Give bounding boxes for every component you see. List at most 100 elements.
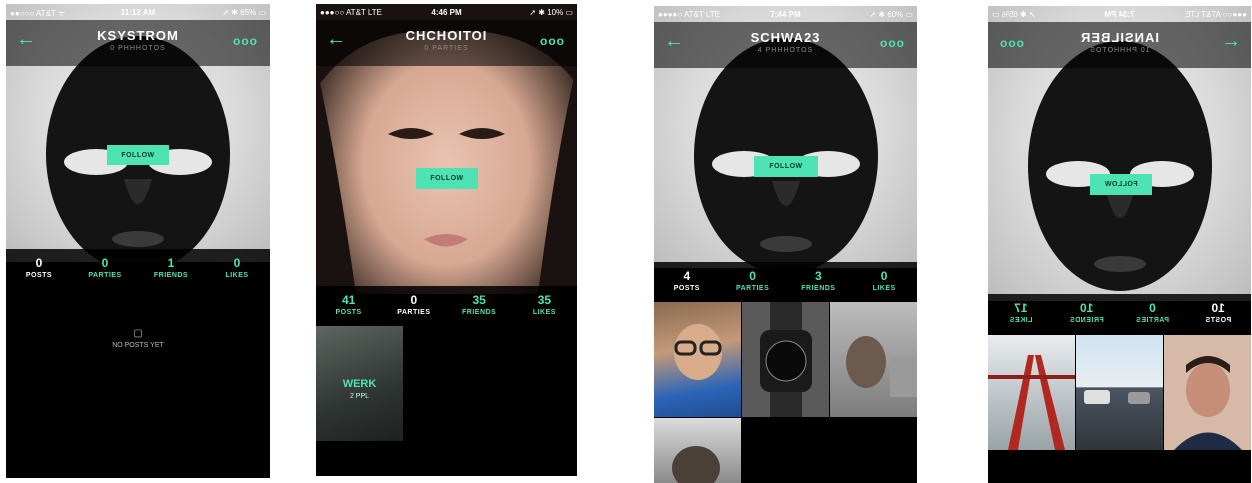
username-subtitle: 0 PHHHOTOS <box>110 45 166 52</box>
post-tile[interactable] <box>654 302 741 417</box>
stat-likes[interactable]: 0 LIKES <box>204 249 270 289</box>
nav-bar: ← SCHWA23 4 PHHHOTOS ooo <box>654 22 917 68</box>
nav-bar: ← KSYSTROM 0 PHHHOTOS ooo <box>6 20 270 66</box>
battery-text: ➚ ✱ 10% ▭ <box>529 8 573 17</box>
stat-friends[interactable]: 3 FRIENDS <box>786 262 852 302</box>
post-photo <box>1084 390 1150 404</box>
post-photo <box>1174 356 1242 450</box>
status-bar: ●●●○○ AT&T LTE 7:34 PM ➚ ✱ 65% ▭ <box>988 6 1251 22</box>
username-subtitle: 4 PHHHOTOS <box>757 47 814 54</box>
back-arrow-icon[interactable]: → <box>1221 30 1241 53</box>
stat-value: 0 <box>233 256 241 270</box>
stat-likes[interactable]: 35 LIKES <box>512 286 577 326</box>
nav-bar: ← CHCHOITOI 0 PARTIES ooo <box>316 20 577 66</box>
stat-value: 10 <box>1211 301 1225 315</box>
stats-bar: 4 POSTS 0 PARTIES 3 FRIENDS 0 LIKES <box>654 262 917 302</box>
stat-label: FRIENDS <box>801 285 836 292</box>
follow-button[interactable]: FOLLOW <box>1090 174 1152 195</box>
stat-value: 0 <box>35 256 43 270</box>
stat-value: 0 <box>101 256 109 270</box>
stat-parties[interactable]: 0 PARTIES <box>381 286 446 326</box>
follow-button[interactable]: FOLLOW <box>107 145 169 165</box>
stat-posts[interactable]: 4 POSTS <box>654 262 720 302</box>
post-tile[interactable] <box>988 335 1075 450</box>
phone-screen-iansilber: ●●●○○ AT&T LTE 7:34 PM ➚ ✱ 65% ▭ ooo IAN… <box>988 6 1251 483</box>
username-subtitle: 10 PHHHOTOS <box>1089 47 1150 54</box>
stat-posts[interactable]: 0 POSTS <box>6 249 72 289</box>
nav-bar: ooo IANSILBER 10 PHHHOTOS → <box>988 22 1251 68</box>
stat-label: FRIENDS <box>153 272 189 279</box>
party-tile[interactable]: WERK 2 PPL <box>316 326 403 441</box>
phone-screen-schwa23: ●●●●○ AT&T LTE 7:44 PM ➚ ✱ 60% ▭ ← SCHWA… <box>654 6 917 483</box>
status-bar: ●●●●○ AT&T LTE 7:44 PM ➚ ✱ 60% ▭ <box>654 6 917 22</box>
party-people-count: 2 PPL <box>349 393 370 400</box>
username-subtitle: 0 PARTIES <box>424 45 469 52</box>
post-photo <box>760 302 812 417</box>
stats-bar: 0 POSTS 0 PARTIES 1 FRIENDS 0 LIKES <box>6 249 270 289</box>
stat-friends[interactable]: 1 FRIENDS <box>138 249 204 289</box>
stats-bar: 41 POSTS 0 PARTIES 35 FRIENDS 35 LIKES <box>316 286 577 326</box>
stat-label: PARTIES <box>397 309 431 316</box>
battery-text: ➚ ✱ 60% ▭ <box>869 10 913 19</box>
stat-value: 1 <box>167 256 175 270</box>
stat-value: 4 <box>683 269 691 283</box>
stat-parties[interactable]: 0 PARTIES <box>1120 294 1186 334</box>
follow-button[interactable]: FOLLOW <box>416 168 478 189</box>
stat-label: LIKES <box>872 285 896 292</box>
username-title: SCHWA23 <box>750 30 821 45</box>
follow-button[interactable]: FOLLOW <box>754 156 818 177</box>
stat-label: PARTIES <box>1135 317 1170 324</box>
phone-screen-chchoitoi: ●●●○○ AT&T LTE 4:46 PM ➚ ✱ 10% ▭ ← CHCHO… <box>316 4 577 476</box>
stat-value: 35 <box>472 293 486 307</box>
more-options-icon[interactable]: ooo <box>540 34 565 48</box>
stat-posts[interactable]: 41 POSTS <box>316 286 381 326</box>
post-tile[interactable] <box>742 302 829 417</box>
stat-label: LIKES <box>225 272 249 279</box>
stat-value: 10 <box>1079 301 1094 315</box>
status-bar: ●●●○○ AT&T LTE 4:46 PM ➚ ✱ 10% ▭ <box>316 4 577 20</box>
stat-likes[interactable]: 17 LIKES <box>988 294 1054 334</box>
phone-screen-ksystrom: ●●○○○ AT&T ᯤ 11:12 AM ➚ ✱ 65% ▭ ← KSYSTR… <box>6 4 270 478</box>
stat-friends[interactable]: 10 FRIENDS <box>1054 294 1120 334</box>
stat-parties[interactable]: 0 PARTIES <box>72 249 138 289</box>
stat-parties[interactable]: 0 PARTIES <box>720 262 786 302</box>
stat-value: 17 <box>1014 301 1028 315</box>
stat-label: FRIENDS <box>462 309 497 316</box>
stat-value: 0 <box>749 269 756 283</box>
stat-value: 41 <box>341 293 356 307</box>
post-tile[interactable] <box>1076 335 1163 450</box>
username-title: CHCHOITOI <box>405 28 488 43</box>
stat-likes[interactable]: 0 LIKES <box>851 262 917 302</box>
post-tile[interactable] <box>654 418 741 483</box>
photo-placeholder-icon: ▢ <box>133 328 143 339</box>
stat-value: 0 <box>410 293 418 307</box>
stat-label: POSTS <box>25 272 53 279</box>
stat-label: POSTS <box>673 285 700 292</box>
stat-value: 0 <box>880 269 888 283</box>
stats-bar: 10 POSTS 0 PARTIES 10 FRIENDS 17 LIKES <box>988 294 1251 334</box>
stat-value: 0 <box>1149 301 1156 315</box>
post-photo <box>846 336 917 397</box>
post-photo <box>674 324 722 380</box>
stat-label: LIKES <box>1009 317 1033 324</box>
username-title: KSYSTROM <box>97 28 179 43</box>
stat-label: POSTS <box>335 309 362 316</box>
stat-label: FRIENDS <box>1069 317 1104 324</box>
stat-posts[interactable]: 10 POSTS <box>1185 294 1251 334</box>
post-tile[interactable] <box>830 302 917 417</box>
stat-friends[interactable]: 35 FRIENDS <box>447 286 512 326</box>
username-title: IANSILBER <box>1079 30 1160 45</box>
stat-value: 3 <box>815 269 822 283</box>
status-bar: ●●○○○ AT&T ᯤ 11:12 AM ➚ ✱ 65% ▭ <box>6 4 270 20</box>
more-options-icon[interactable]: ooo <box>880 36 905 50</box>
stat-label: PARTIES <box>735 285 770 292</box>
empty-state: ▢ NO POSTS YET <box>6 328 270 349</box>
battery-text: ➚ ✱ 65% ▭ <box>992 10 1036 19</box>
stat-label: LIKES <box>532 309 556 316</box>
empty-state-text: NO POSTS YET <box>112 342 164 349</box>
party-name: WERK <box>342 378 377 390</box>
more-options-icon[interactable]: ooo <box>233 34 258 48</box>
post-tile[interactable] <box>1164 335 1251 450</box>
battery-text: ➚ ✱ 65% ▭ <box>222 8 266 17</box>
post-photo <box>672 446 720 483</box>
